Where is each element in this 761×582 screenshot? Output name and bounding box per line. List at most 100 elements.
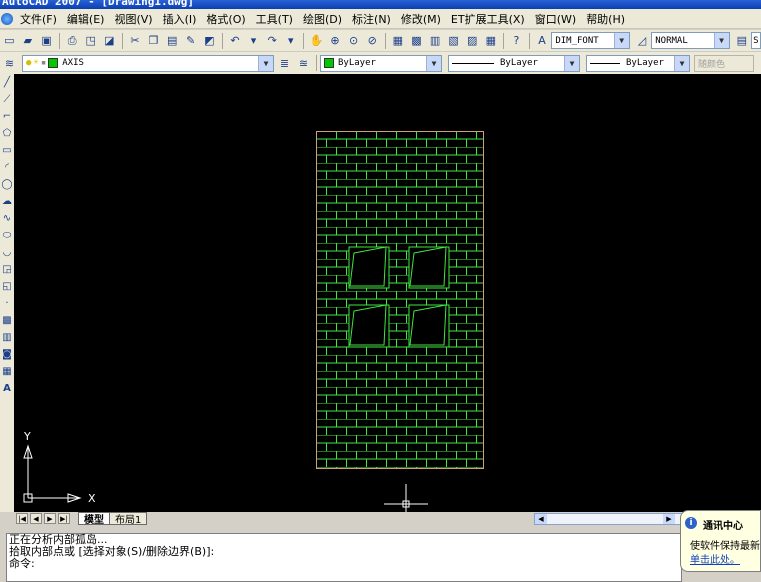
make-object-layer-current-icon[interactable]: ≣ [276, 55, 293, 72]
zoom-window-icon[interactable]: ⊙ [345, 32, 362, 49]
menu-format[interactable]: 格式(O) [201, 11, 250, 27]
menu-help[interactable]: 帮助(H) [581, 11, 630, 27]
polyline-icon[interactable]: ⌐ [0, 108, 14, 125]
hatch-icon[interactable]: ▩ [0, 312, 14, 329]
construction-line-icon[interactable]: ⟋ [0, 91, 14, 108]
cut-icon[interactable]: ✂ [127, 32, 144, 49]
design-center-icon[interactable]: ▩ [408, 32, 425, 49]
line-icon[interactable]: ╱ [0, 74, 14, 91]
publish-icon[interactable]: ◪ [101, 32, 118, 49]
redo-dropdown-icon[interactable]: ▾ [282, 32, 299, 49]
undo-dropdown-icon[interactable]: ▾ [245, 32, 262, 49]
next-tab-button[interactable]: ▶ [44, 513, 56, 524]
table-style-select[interactable]: S [751, 32, 761, 49]
toolbar-separator [58, 32, 60, 49]
scroll-left-button[interactable]: ◀ [535, 514, 547, 524]
dimension-style-icon[interactable]: ◿ [634, 32, 651, 49]
match-properties-icon[interactable]: ✎ [182, 32, 199, 49]
multiline-text-icon[interactable]: A [0, 380, 14, 397]
insert-block-icon[interactable]: ◲ [0, 261, 14, 278]
ellipse-arc-icon[interactable]: ◡ [0, 244, 14, 261]
menu-dimension[interactable]: 标注(N) [347, 11, 396, 27]
block-editor-icon[interactable]: ◩ [201, 32, 218, 49]
redo-icon[interactable]: ↷ [264, 32, 281, 49]
copy-icon[interactable]: ❐ [145, 32, 162, 49]
tab-model[interactable]: 模型 [78, 512, 110, 526]
menu-draw[interactable]: 绘图(D) [298, 11, 347, 27]
last-tab-button[interactable]: ▶| [58, 513, 70, 524]
window-bottom-left[interactable] [348, 304, 390, 348]
chevron-down-icon[interactable]: ▼ [674, 55, 689, 71]
window-bottom-right[interactable] [408, 304, 450, 348]
menu-edit[interactable]: 编辑(E) [62, 11, 110, 27]
command-history-line: 拾取内部点或 [选择对象(S)/删除边界(B)]: [9, 545, 215, 558]
current-layer-name: AXIS [62, 58, 84, 68]
layer-previous-icon[interactable]: ≊ [295, 55, 312, 72]
sheet-set-icon[interactable]: ▧ [445, 32, 462, 49]
menu-file[interactable]: 文件(F) [15, 11, 62, 27]
communication-center-balloon[interactable]: i 通讯中心 使软件保持最新 单击此处。 [680, 510, 761, 572]
text-style-icon[interactable]: A [534, 32, 551, 49]
help-icon[interactable]: ? [508, 32, 525, 49]
layer-manager-icon[interactable]: ≋ [1, 55, 18, 72]
window-top-left[interactable] [348, 246, 390, 289]
undo-icon[interactable]: ↶ [227, 32, 244, 49]
point-icon[interactable]: · [0, 295, 14, 312]
make-block-icon[interactable]: ◱ [0, 278, 14, 295]
revision-cloud-icon[interactable]: ☁ [0, 193, 14, 210]
open-file-icon[interactable]: ▰ [20, 32, 37, 49]
scroll-right-button[interactable]: ▶ [663, 514, 675, 524]
balloon-link[interactable]: 单击此处。 [690, 551, 740, 566]
zoom-previous-icon[interactable]: ⊘ [364, 32, 381, 49]
lineweight-select[interactable]: ByLayer ▼ [586, 54, 690, 72]
chevron-down-icon[interactable]: ▼ [564, 55, 579, 71]
menu-window[interactable]: 窗口(W) [530, 11, 581, 27]
gradient-icon[interactable]: ▥ [0, 329, 14, 346]
menu-view[interactable]: 视图(V) [109, 11, 157, 27]
print-icon[interactable]: ⎙ [64, 32, 81, 49]
table-style-icon[interactable]: ▤ [734, 32, 751, 49]
brick-wall-hatch[interactable] [316, 131, 484, 469]
pan-icon[interactable]: ✋ [308, 32, 325, 49]
chevron-down-icon[interactable]: ▼ [426, 55, 441, 71]
text-style-select[interactable]: DIM_FONT ▼ [551, 32, 630, 49]
chevron-down-icon[interactable]: ▼ [258, 55, 273, 71]
arc-icon[interactable]: ◜ [0, 159, 14, 176]
save-icon[interactable]: ▣ [38, 32, 55, 49]
tool-palettes-icon[interactable]: ▥ [427, 32, 444, 49]
window-top-right[interactable] [408, 246, 450, 289]
horizontal-scrollbar[interactable]: ◀ ▶ [534, 513, 694, 525]
new-file-icon[interactable]: ▭ [1, 32, 18, 49]
markup-icon[interactable]: ▨ [464, 32, 481, 49]
rectangle-icon[interactable]: ▭ [0, 142, 14, 159]
region-icon[interactable]: ◙ [0, 346, 14, 363]
zoom-realtime-icon[interactable]: ⊕ [327, 32, 344, 49]
draw-toolbar: ╱ ⟋ ⌐ ⬠ ▭ ◜ ◯ ☁ ∿ ⬭ ◡ ◲ ◱ · ▩ ▥ ◙ ▦ A [0, 74, 14, 512]
ellipse-icon[interactable]: ⬭ [0, 227, 14, 244]
autocad-app-icon[interactable] [1, 12, 13, 25]
chevron-down-icon[interactable]: ▼ [713, 33, 729, 48]
layer-select[interactable]: ● ☀ ▪ AXIS ▼ [22, 54, 274, 72]
properties-icon[interactable]: ▦ [390, 32, 407, 49]
calculator-icon[interactable]: ▦ [483, 32, 500, 49]
menu-express-tools[interactable]: ET扩展工具(X) [446, 11, 530, 27]
first-tab-button[interactable]: |◀ [16, 513, 28, 524]
spline-icon[interactable]: ∿ [0, 210, 14, 227]
color-select[interactable]: ByLayer ▼ [320, 54, 442, 72]
chevron-down-icon[interactable]: ▼ [613, 33, 629, 48]
paste-icon[interactable]: ▤ [164, 32, 181, 49]
previous-tab-button[interactable]: ◀ [30, 513, 42, 524]
dim-style-select[interactable]: NORMAL ▼ [651, 32, 730, 49]
command-window[interactable]: 正在分析内部孤岛... 拾取内部点或 [选择对象(S)/删除边界(B)]: 命令… [6, 533, 682, 582]
menu-tools[interactable]: 工具(T) [251, 11, 298, 27]
bylayer-color-swatch [324, 58, 334, 68]
command-prompt[interactable]: 命令: [7, 558, 681, 570]
plot-preview-icon[interactable]: ◳ [82, 32, 99, 49]
polygon-icon[interactable]: ⬠ [0, 125, 14, 142]
menu-modify[interactable]: 修改(M) [396, 11, 446, 27]
linetype-select[interactable]: ByLayer ▼ [448, 54, 580, 72]
table-icon[interactable]: ▦ [0, 363, 14, 380]
circle-icon[interactable]: ◯ [0, 176, 14, 193]
tab-layout1[interactable]: 布局1 [109, 512, 148, 526]
menu-insert[interactable]: 插入(I) [158, 11, 202, 27]
